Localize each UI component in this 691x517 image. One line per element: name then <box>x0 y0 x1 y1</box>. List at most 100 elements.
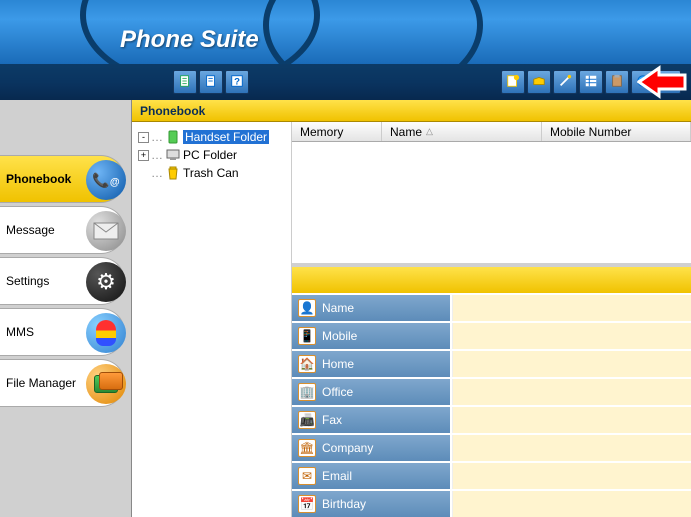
sort-asc-icon: △ <box>426 126 433 137</box>
detail-value-name[interactable] <box>452 295 691 321</box>
new-contact-button[interactable] <box>501 70 525 94</box>
pc-icon <box>165 149 181 161</box>
toolbar: ? <box>0 64 691 100</box>
sidebar-item-label: Phonebook <box>6 172 71 186</box>
detail-label: 🏠 Home <box>292 351 452 377</box>
folder-tree: -…Handset Folder+…PC Folder…Trash Can <box>132 122 292 517</box>
detail-value-birthday[interactable] <box>452 491 691 517</box>
detail-label: 🏢Office <box>292 379 452 405</box>
new-contact-icon <box>506 74 520 91</box>
detail-label-text: Email <box>322 469 352 483</box>
company-icon: 🏛 <box>298 439 316 457</box>
sidebar-item-label: Message <box>6 223 55 237</box>
wand-icon <box>558 74 572 91</box>
tree-toggle[interactable]: + <box>138 150 149 161</box>
tree-label: PC Folder <box>183 148 237 162</box>
grid-body <box>292 142 691 263</box>
tree-toggle[interactable]: - <box>138 132 149 143</box>
detail-row-office: 🏢Office <box>292 377 691 405</box>
right-panel: Memory Name △ Mobile Number 👤 Name 📱 Mobile 🏠 Ho… <box>292 122 691 517</box>
sidebar-item-label: Settings <box>6 274 49 288</box>
detail-row-mobile: 📱 Mobile <box>292 321 691 349</box>
detail-label-text: Name <box>322 301 354 315</box>
tree-node-pc-folder[interactable]: +…PC Folder <box>138 146 285 164</box>
tree-label: Handset Folder <box>183 130 269 144</box>
sidebar: Phonebook 📞@ Message Settings ⚙ MMS File Manag… <box>0 100 131 517</box>
grid-column-label: Name <box>390 125 422 139</box>
detail-value-mobile[interactable] <box>452 323 691 349</box>
detail-row-fax: 📠 Fax <box>292 405 691 433</box>
app-title: Phone Suite <box>120 26 259 54</box>
grid-button[interactable] <box>579 70 603 94</box>
detail-value-home[interactable] <box>452 351 691 377</box>
detail-label-text: Office <box>322 385 353 399</box>
mobile-icon: 📱 <box>298 327 316 345</box>
content-panel: Phonebook -…Handset Folder+…PC Folder…Tr… <box>131 100 691 517</box>
open-doc-button[interactable] <box>199 70 223 94</box>
fax-icon: 📠 <box>298 411 316 429</box>
callout-arrow-icon <box>637 64 687 100</box>
detail-label: 👤 Name <box>292 295 452 321</box>
detail-label-text: Mobile <box>322 329 357 343</box>
tree-node-trash-can[interactable]: …Trash Can <box>138 164 285 182</box>
detail-label: 📱 Mobile <box>292 323 452 349</box>
grid-icon <box>584 74 598 91</box>
tree-toggle <box>138 168 149 179</box>
grid-column-name[interactable]: Name △ <box>382 122 542 141</box>
detail-form: 👤 Name 📱 Mobile 🏠 Home 🏢Office 📠 Fax 🏛 Company ✉ Ema… <box>292 263 691 517</box>
help-button[interactable]: ? <box>225 70 249 94</box>
sidebar-item-phonebook[interactable]: Phonebook 📞@ <box>0 155 125 203</box>
open-doc-icon <box>204 74 218 91</box>
trash-icon <box>165 166 181 180</box>
grid-column-mobile-number[interactable]: Mobile Number <box>542 122 691 141</box>
import-icon <box>532 74 546 91</box>
detail-label: 📅 Birthday <box>292 491 452 517</box>
person-icon: 👤 <box>298 299 316 317</box>
grid-column-label: Memory <box>300 125 343 139</box>
sidebar-item-label: File Manager <box>6 376 76 390</box>
sidebar-item-mms[interactable]: MMS <box>0 308 125 356</box>
sidebar-item-settings[interactable]: Settings ⚙ <box>0 257 125 305</box>
svg-text:?: ? <box>234 76 240 87</box>
paste-icon <box>610 74 624 91</box>
paste-button[interactable] <box>605 70 629 94</box>
email-icon: ✉ <box>298 467 316 485</box>
handset-icon <box>165 130 181 144</box>
balloon-icon <box>86 313 126 353</box>
detail-value-company[interactable] <box>452 435 691 461</box>
new-doc-button[interactable] <box>173 70 197 94</box>
sidebar-item-filemanager[interactable]: File Manager <box>0 359 125 407</box>
folder-stack-icon <box>86 364 126 404</box>
phone-at-icon: 📞@ <box>86 160 126 200</box>
detail-value-email[interactable] <box>452 463 691 489</box>
grid-column-label: Mobile Number <box>550 125 631 139</box>
grid-column-memory[interactable]: Memory <box>292 122 382 141</box>
detail-value-office[interactable] <box>452 379 691 405</box>
detail-label-text: Fax <box>322 413 342 427</box>
new-doc-icon <box>178 74 192 91</box>
gears-icon: ⚙ <box>86 262 126 302</box>
tree-node-handset-folder[interactable]: -…Handset Folder <box>138 128 285 146</box>
wand-button[interactable] <box>553 70 577 94</box>
sidebar-item-message[interactable]: Message <box>0 206 125 254</box>
sidebar-item-label: MMS <box>6 325 34 339</box>
main-area: Phonebook 📞@ Message Settings ⚙ MMS File Manag… <box>0 100 691 517</box>
grid-header: Memory Name △ Mobile Number <box>292 122 691 142</box>
detail-value-fax[interactable] <box>452 407 691 433</box>
detail-label: 🏛 Company <box>292 435 452 461</box>
help-icon: ? <box>230 74 244 91</box>
detail-label-text: Company <box>322 441 373 455</box>
detail-header <box>292 267 691 293</box>
home-icon: 🏠 <box>298 355 316 373</box>
detail-row-email: ✉ Email <box>292 461 691 489</box>
birthday-icon: 📅 <box>298 495 316 513</box>
detail-label: ✉ Email <box>292 463 452 489</box>
detail-row-company: 🏛 Company <box>292 433 691 461</box>
app-header: Phone Suite <box>0 0 691 64</box>
detail-label-text: Birthday <box>322 497 366 511</box>
detail-row-name: 👤 Name <box>292 293 691 321</box>
detail-label: 📠 Fax <box>292 407 452 433</box>
import-button[interactable] <box>527 70 551 94</box>
detail-label-text: Home <box>322 357 354 371</box>
content-title: Phonebook <box>132 100 691 122</box>
